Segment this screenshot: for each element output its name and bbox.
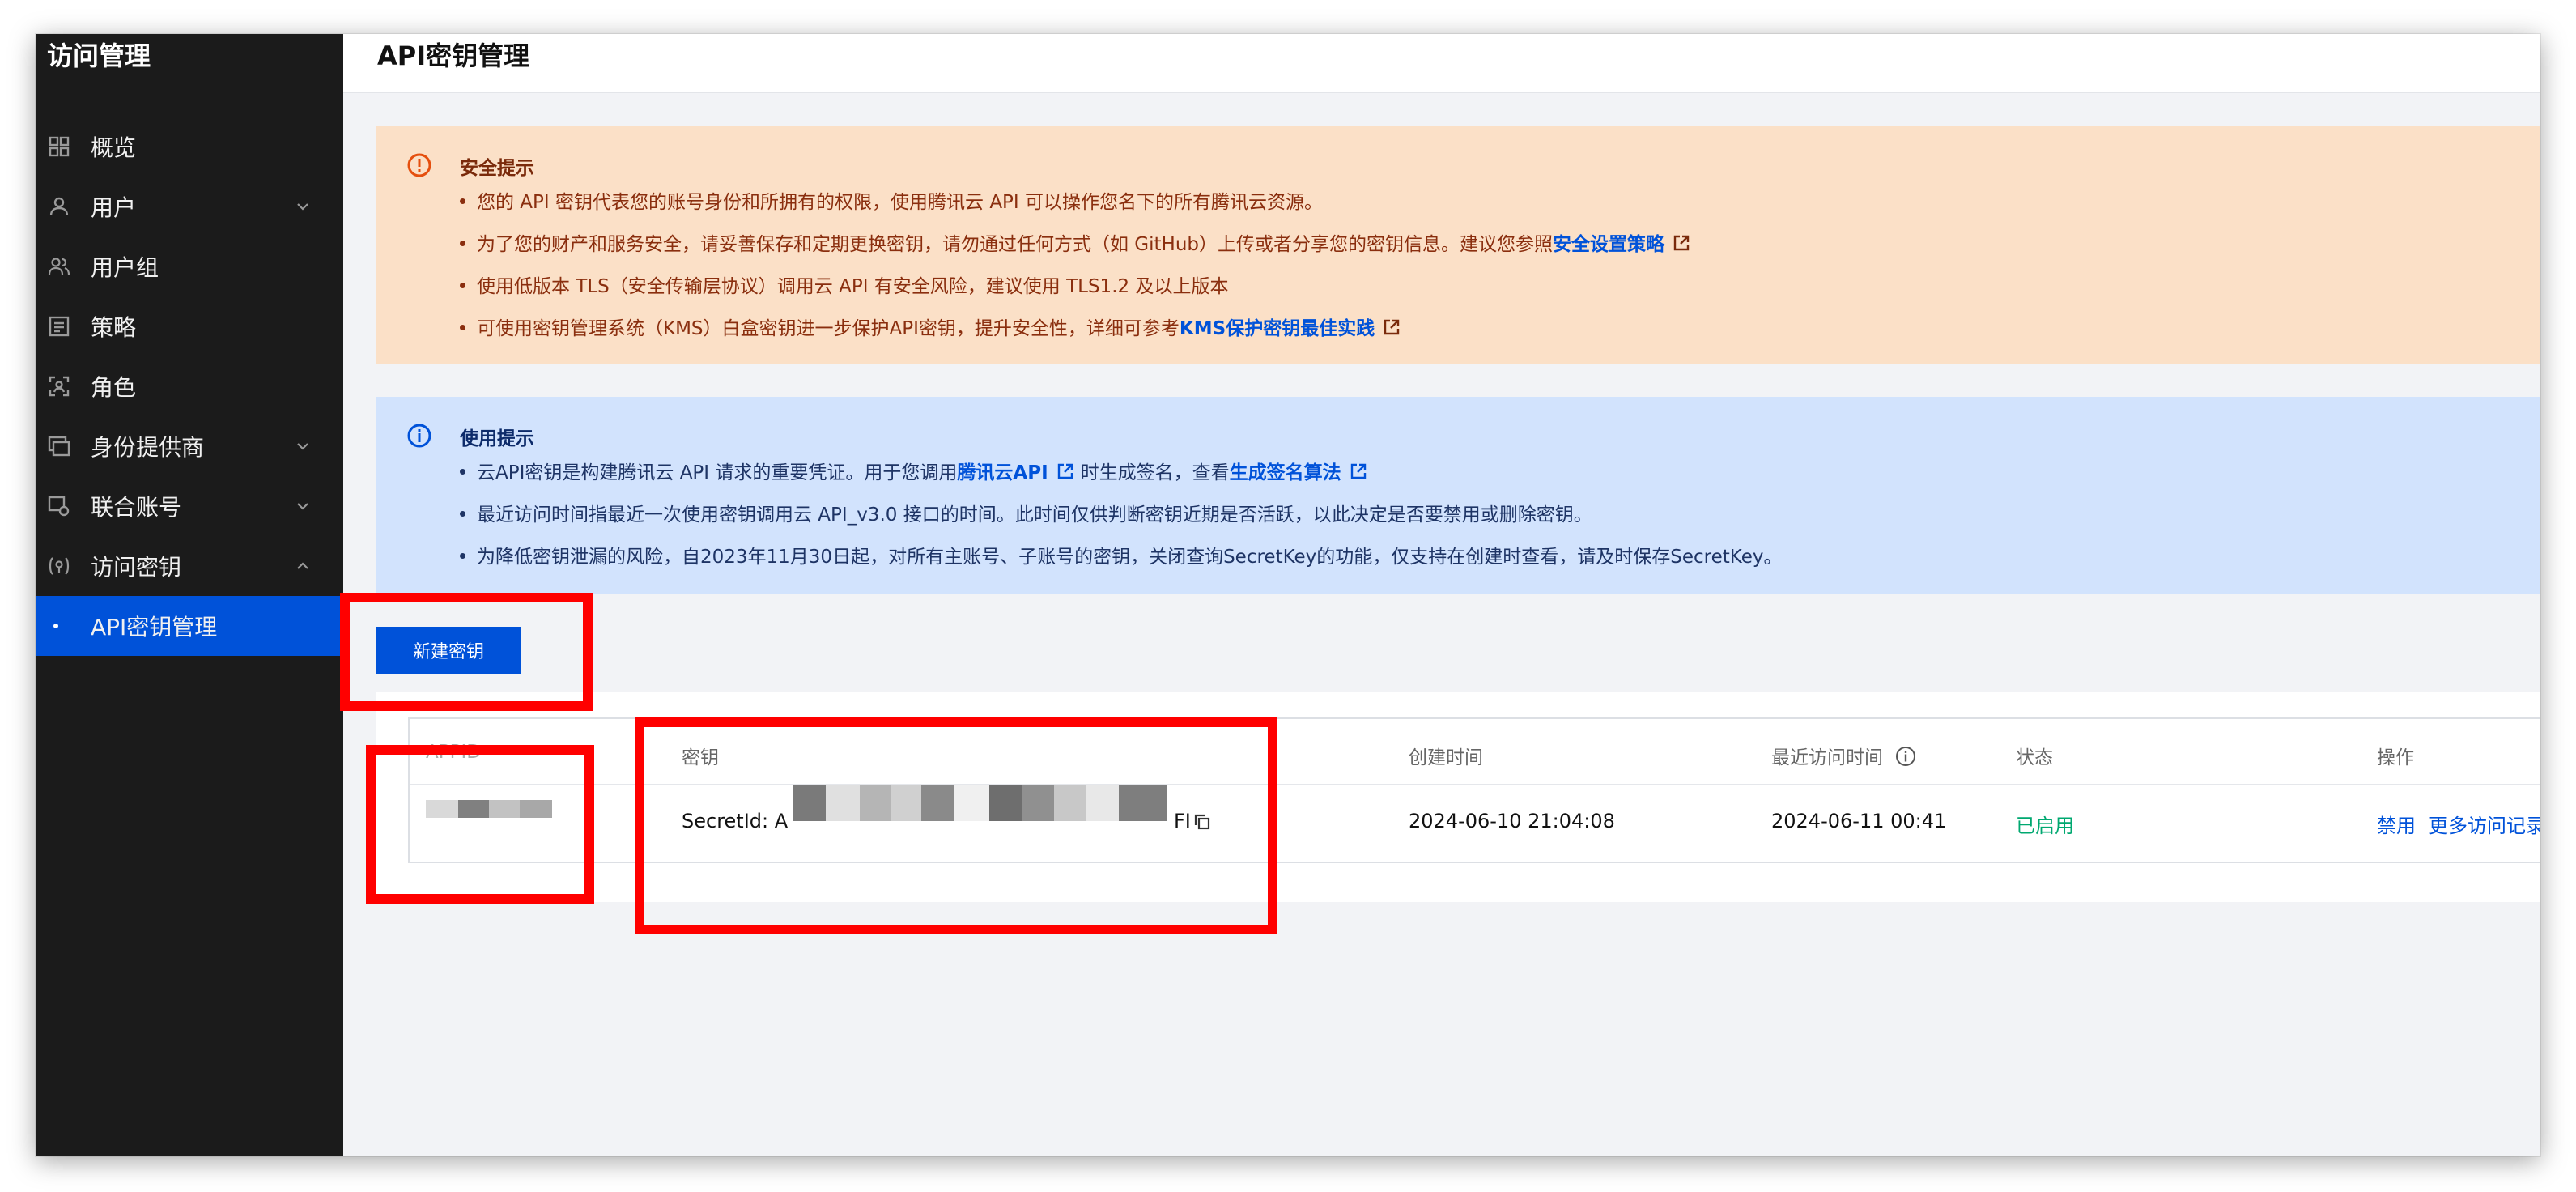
sidebar-item-label: 联合账号: [91, 494, 182, 521]
sidebar-item-identity-providers[interactable]: 身份提供商: [36, 416, 343, 476]
column-header-created: 创建时间: [1409, 747, 1483, 768]
sidebar-item-label: 用户组: [91, 254, 159, 281]
sidebar-item-users[interactable]: 用户: [36, 177, 343, 236]
sidebar-item-label: 身份提供商: [91, 434, 205, 461]
chevron-down-icon: [293, 436, 312, 456]
kms-best-practice-link[interactable]: KMS保护密钥最佳实践: [1180, 318, 1375, 339]
role-icon: [47, 374, 71, 398]
sidebar: 访问管理 概览 用户 用户组 策略 角色 身份提供商 联合账号 访问密钥 API…: [36, 34, 343, 1156]
grid-icon: [47, 134, 71, 159]
sidebar-item-federated-accounts[interactable]: 联合账号: [36, 476, 343, 536]
more-access-records-link[interactable]: 更多访问记录: [2429, 810, 2540, 838]
chevron-up-icon: [293, 556, 312, 576]
info-icon[interactable]: [1895, 746, 1916, 772]
annotation-box-new-key: [340, 593, 593, 711]
tencent-cloud-api-link[interactable]: 腾讯云API: [957, 462, 1048, 483]
chevron-down-icon: [293, 197, 312, 216]
sidebar-item-roles[interactable]: 角色: [36, 356, 343, 416]
sidebar-subitem-label: API密钥管理: [91, 614, 218, 641]
user-icon: [47, 194, 71, 219]
warning-icon: [406, 152, 432, 178]
sidebar-item-access-keys[interactable]: 访问密钥: [36, 536, 343, 596]
signature-algorithm-link[interactable]: 生成签名算法: [1230, 462, 1341, 483]
last-access-time: 2024-06-11 00:41: [1771, 810, 1947, 832]
usage-bullet: 为降低密钥泄漏的风险，自2023年11月30日起，对所有主账号、子账号的密钥，关…: [460, 541, 1783, 568]
status-badge: 已启用: [2016, 815, 2074, 837]
column-header-actions: 操作: [2377, 747, 2414, 768]
sidebar-item-label: 概览: [91, 134, 137, 161]
disable-key-link[interactable]: 禁用: [2377, 810, 2416, 838]
external-link-icon[interactable]: [1056, 462, 1074, 485]
security-bullet: 为了您的财产和服务安全，请妥善保存和定期更换密钥，请勿通过任何方式（如 GitH…: [460, 228, 1690, 257]
security-notice-title: 安全提示: [460, 158, 534, 179]
page-header: API密钥管理: [343, 34, 2540, 93]
security-bullet: 您的 API 密钥代表您的账号身份和所拥有的权限，使用腾讯云 API 可以操作您…: [460, 186, 1323, 214]
sidebar-item-label: 角色: [91, 374, 137, 401]
external-link-icon[interactable]: [1350, 462, 1367, 485]
page-title: API密钥管理: [377, 40, 530, 71]
info-icon: [406, 423, 432, 449]
sidebar-title: 访问管理: [47, 40, 151, 71]
sidebar-item-policies[interactable]: 策略: [36, 296, 343, 356]
usage-bullet: 最近访问时间指最近一次使用密钥调用云 API_v3.0 接口的时间。此时间仅供判…: [460, 499, 1592, 526]
identity-provider-icon: [47, 434, 71, 458]
user-group-icon: [47, 254, 71, 279]
sidebar-item-overview[interactable]: 概览: [36, 117, 343, 177]
annotation-box-secret: [635, 717, 1277, 934]
usage-notice-title: 使用提示: [460, 428, 534, 449]
column-header-status: 状态: [2016, 747, 2053, 768]
external-link-icon[interactable]: [1383, 318, 1401, 341]
sidebar-item-label: 访问密钥: [91, 554, 182, 581]
created-time: 2024-06-10 21:04:08: [1409, 810, 1615, 832]
access-key-icon: [47, 554, 71, 578]
annotation-box-appid: [366, 745, 594, 904]
external-link-icon[interactable]: [1673, 234, 1690, 257]
sidebar-item-user-groups[interactable]: 用户组: [36, 236, 343, 296]
security-bullet: 可使用密钥管理系统（KMS）白盒密钥进一步保护API密钥，提升安全性，详细可参考…: [460, 313, 1401, 341]
security-bullet: 使用低版本 TLS（安全传输层协议）调用云 API 有安全风险，建议使用 TLS…: [460, 270, 1228, 298]
policy-icon: [47, 314, 71, 338]
security-settings-link[interactable]: 安全设置策略: [1553, 234, 1664, 255]
bullet-dot: [53, 624, 58, 628]
column-header-last-access: 最近访问时间: [1771, 742, 1916, 772]
security-notice: 安全提示 您的 API 密钥代表您的账号身份和所拥有的权限，使用腾讯云 API …: [376, 126, 2540, 364]
chevron-down-icon: [293, 496, 312, 516]
sidebar-subitem-api-key-management[interactable]: API密钥管理: [36, 596, 343, 656]
usage-notice: 使用提示 云API密钥是构建腾讯云 API 请求的重要凭证。用于您调用腾讯云AP…: [376, 397, 2540, 594]
usage-bullet: 云API密钥是构建腾讯云 API 请求的重要凭证。用于您调用腾讯云API 时生成签…: [460, 457, 1367, 485]
sidebar-item-label: 策略: [91, 314, 137, 341]
sidebar-item-label: 用户: [91, 194, 137, 221]
federated-account-icon: [47, 494, 71, 518]
